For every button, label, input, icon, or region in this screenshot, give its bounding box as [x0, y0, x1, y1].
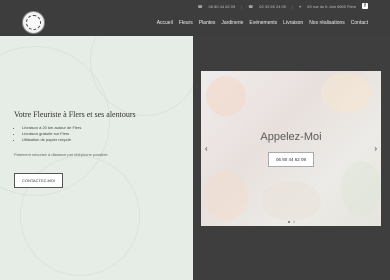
flower-decor	[261, 181, 321, 221]
payment-note: Paiement sécurisé à distance par télépho…	[14, 152, 108, 157]
logo[interactable]	[22, 11, 45, 34]
flower-decor	[206, 76, 246, 116]
nav-evenements[interactable]: Evénements	[249, 20, 277, 26]
flower-decor	[341, 161, 381, 216]
nav-jardinerie[interactable]: Jardinerie	[221, 20, 243, 26]
next-arrow-icon[interactable]: ›	[374, 144, 377, 153]
slider-dots	[201, 221, 381, 223]
nav-accueil[interactable]: Accueil	[157, 20, 173, 26]
separator: |	[291, 3, 294, 9]
hero-background	[0, 36, 193, 280]
hero-title: Votre Fleuriste à Flers et ses alentours	[14, 110, 136, 119]
top-contact-bar: ☎ 06 80 44 62 09 | ☎ 02 33 65 24 09 | ⌖ …	[198, 3, 368, 9]
contact-button[interactable]: CONTACTEZ-MOI	[14, 173, 63, 188]
hero-bullets: Livraison à 20 km autour de Flers Livrai…	[22, 125, 189, 143]
slider-dot[interactable]	[287, 221, 290, 223]
slide-title: Appelez-Moi	[260, 131, 322, 143]
hero-text: Votre Fleuriste à Flers et ses alentours…	[14, 110, 189, 157]
phone-icon: ☎	[248, 3, 254, 9]
phone-icon: ☎	[197, 3, 203, 9]
image-slider: Appelez-Moi 06 80 44 62 09 ‹ ›	[201, 71, 381, 226]
logo-emblem	[26, 15, 41, 30]
nav-fleurs[interactable]: Fleurs	[179, 20, 193, 26]
facebook-icon[interactable]: f	[362, 3, 368, 9]
phone-button[interactable]: 06 80 44 62 09	[268, 152, 314, 167]
separator: |	[241, 3, 243, 9]
location-icon: ⌖	[299, 3, 302, 9]
slider-dot[interactable]	[292, 221, 295, 223]
site-header: ☎ 06 80 44 62 09 | ☎ 02 33 65 24 09 | ⌖ …	[0, 0, 390, 36]
nav-plantes[interactable]: Plantes	[199, 20, 216, 26]
prev-arrow-icon[interactable]: ‹	[205, 144, 208, 153]
flower-decor	[203, 171, 248, 221]
phone-2[interactable]: 02 33 65 24 09	[259, 4, 286, 9]
flower-decor	[321, 73, 371, 113]
main-nav: Accueil Fleurs Plantes Jardinerie Evénem…	[157, 20, 368, 26]
phone-1[interactable]: 06 80 44 62 09	[209, 4, 236, 9]
nav-livraison[interactable]: Livraison	[283, 20, 303, 26]
nav-contact[interactable]: Contact	[351, 20, 368, 26]
nav-realisations[interactable]: Nos réalisations	[309, 20, 345, 26]
bullet-item: Utilisation de papier recyclé	[22, 137, 189, 143]
address: 69 rue du 6 Juin 6600 Flers	[307, 3, 356, 9]
